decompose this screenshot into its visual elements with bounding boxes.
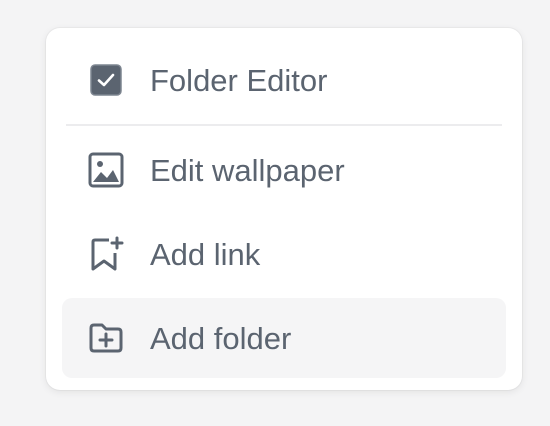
menu-item-add-link[interactable]: Add link <box>62 214 506 294</box>
checkbox-checked-icon[interactable] <box>86 60 126 100</box>
image-icon <box>86 150 126 190</box>
menu-divider <box>66 124 502 126</box>
bookmark-add-icon <box>86 234 126 274</box>
folder-add-icon <box>86 318 126 358</box>
menu-item-add-folder[interactable]: Add folder <box>62 298 506 378</box>
menu-item-label: Add folder <box>150 320 292 356</box>
menu-item-edit-wallpaper[interactable]: Edit wallpaper <box>62 130 506 210</box>
context-menu: Folder Editor Edit wallpaper Add link Ad… <box>46 28 522 390</box>
menu-item-label: Edit wallpaper <box>150 152 345 188</box>
menu-item-label: Add link <box>150 236 261 272</box>
menu-item-label: Folder Editor <box>150 62 328 98</box>
menu-item-folder-editor[interactable]: Folder Editor <box>62 40 506 120</box>
